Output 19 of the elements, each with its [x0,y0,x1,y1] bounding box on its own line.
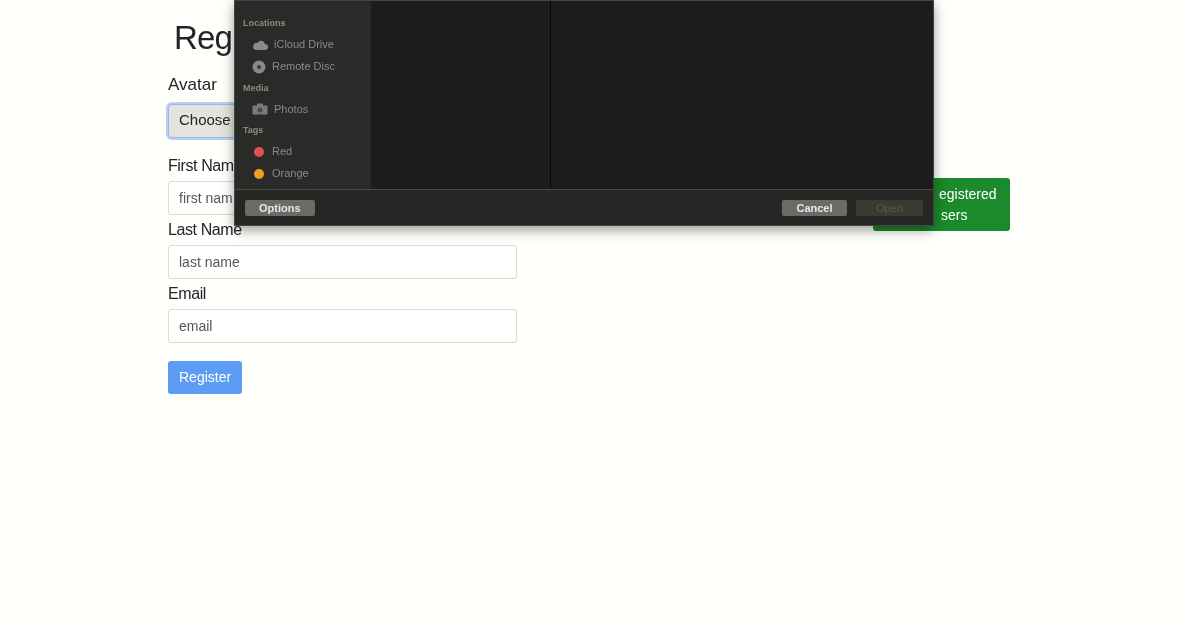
cancel-button[interactable]: Cancel [782,199,847,216]
field-label: Avatar [168,74,217,96]
sidebar-item[interactable]: Red [243,140,293,163]
field-label: Email [168,283,206,304]
sidebar-item[interactable]: iCloud Drive [243,33,334,56]
sidebar-item[interactable]: Orange [243,162,309,185]
field-label: Last Name [168,219,242,240]
field-label: First Nam [168,155,234,176]
page-title: Reg [173,18,233,58]
cloud-icon [252,38,268,51]
text-field[interactable]: email [168,308,517,343]
text-field[interactable]: last name [168,244,517,279]
camera-icon [252,103,268,115]
disc-icon [252,59,266,74]
sidebar-item[interactable]: Remote Disc [243,55,335,78]
options-button[interactable]: Options [245,199,315,216]
register-button[interactable]: Register [168,360,243,394]
sidebar-heading: Media [243,81,269,95]
sidebar-heading: Locations [243,17,286,30]
